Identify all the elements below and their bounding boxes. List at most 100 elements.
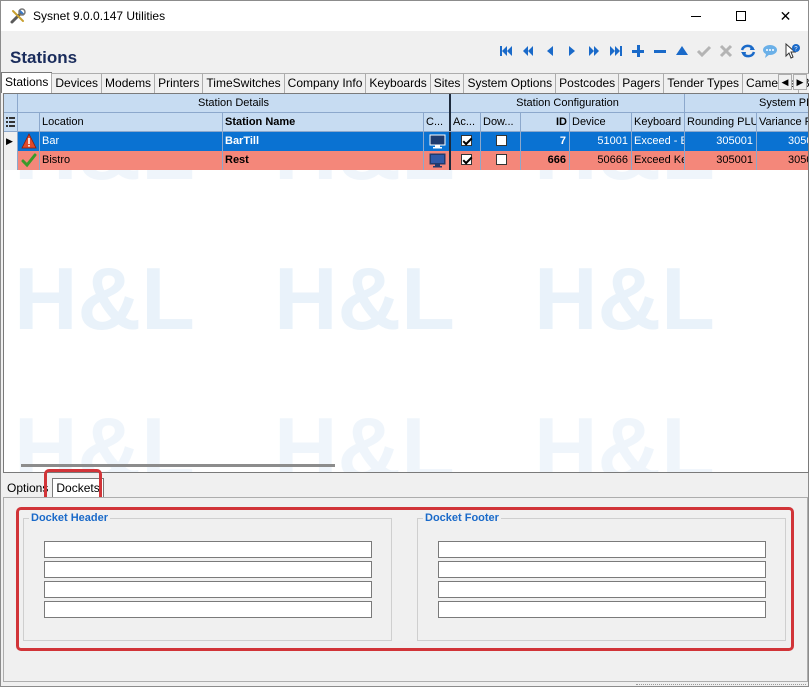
column-status[interactable] <box>18 113 40 131</box>
column-rounding-plu[interactable]: Rounding PLU <box>685 113 757 131</box>
maximize-button[interactable] <box>718 1 763 31</box>
column-id[interactable]: ID <box>521 113 570 131</box>
cell-download[interactable] <box>481 132 521 151</box>
edit-icon <box>676 46 688 55</box>
delete-button[interactable] <box>649 40 671 62</box>
cell-computer[interactable] <box>424 151 451 170</box>
column-keyboard[interactable]: Keyboard <box>632 113 685 131</box>
band-station-configuration[interactable]: Station Configuration <box>451 94 685 113</box>
cell-active[interactable] <box>451 132 481 151</box>
add-button[interactable] <box>627 40 649 62</box>
cell-device[interactable]: 50666 <box>570 151 632 170</box>
minimize-button[interactable] <box>673 1 718 31</box>
help-button[interactable]: ? <box>781 40 803 62</box>
cell-id[interactable]: 7 <box>521 132 570 151</box>
table-row[interactable]: ▶ Bar BarTill 7 51001 Exceed - E 305001 … <box>4 132 808 151</box>
svg-text:H&L: H&L <box>534 399 715 473</box>
active-checkbox[interactable] <box>461 154 472 165</box>
refresh-icon <box>740 44 756 58</box>
chevron-left-icon: ◀ <box>781 76 789 87</box>
tab-company-info[interactable]: Company Info <box>283 73 367 93</box>
cell-rounding-plu[interactable]: 305001 <box>685 132 757 151</box>
column-variance-plu[interactable]: Variance P <box>757 113 808 131</box>
band-station-details[interactable]: Station Details <box>18 94 451 113</box>
navigator-toolbar: ? <box>495 40 803 62</box>
cell-keyboard[interactable]: Exceed Ke <box>632 151 685 170</box>
column-location[interactable]: Location <box>40 113 223 131</box>
cell-station-name[interactable]: Rest <box>223 151 424 170</box>
cell-computer[interactable] <box>424 132 451 151</box>
column-active[interactable]: Ac... <box>451 113 481 131</box>
cell-id[interactable]: 666 <box>521 151 570 170</box>
cancel-button[interactable] <box>715 40 737 62</box>
post-button[interactable] <box>693 40 715 62</box>
download-checkbox[interactable] <box>496 154 507 165</box>
tab-postcodes[interactable]: Postcodes <box>555 73 620 93</box>
cell-location[interactable]: Bar <box>40 132 223 151</box>
row-status <box>18 132 40 151</box>
svg-text:H&L: H&L <box>14 399 195 473</box>
active-checkbox[interactable] <box>461 135 472 146</box>
tab-scroll-right-button[interactable]: ▶ <box>793 74 807 90</box>
stations-grid[interactable]: H&L H&L H&L H&L H&L H&L H&L H&L H&L Stat… <box>3 93 809 473</box>
row-indicator <box>4 151 18 170</box>
column-band-row: Station Details Station Configuration Sy… <box>4 94 808 113</box>
help-icon: ? <box>785 42 800 59</box>
tab-scroll-left-button[interactable]: ◀ <box>778 74 792 90</box>
tab-system-options[interactable]: System Options <box>463 73 557 93</box>
title-bar: Sysnet 9.0.0.147 Utilities ✕ <box>1 1 808 31</box>
cell-active[interactable] <box>451 151 481 170</box>
cell-rounding-plu[interactable]: 305001 <box>685 151 757 170</box>
tab-keyboards[interactable]: Keyboards <box>365 73 431 93</box>
monitor-icon <box>429 134 446 149</box>
edit-button[interactable] <box>671 40 693 62</box>
delete-icon <box>654 50 666 53</box>
first-record-button[interactable] <box>495 40 517 62</box>
dockets-panel-highlight <box>16 507 794 651</box>
close-button[interactable]: ✕ <box>763 1 808 31</box>
cell-keyboard[interactable]: Exceed - E <box>632 132 685 151</box>
column-c[interactable]: C... <box>424 113 451 131</box>
refresh-button[interactable] <box>737 40 759 62</box>
check-icon <box>21 153 37 168</box>
table-row[interactable]: Bistro Rest 666 50666 Exceed Ke 305001 3… <box>4 151 808 170</box>
cell-location[interactable]: Bistro <box>40 151 223 170</box>
column-station-name[interactable]: Station Name <box>223 113 424 131</box>
svg-text:H&L: H&L <box>14 249 195 348</box>
tab-timeswitches[interactable]: TimeSwitches <box>202 73 285 93</box>
prev-page-button[interactable] <box>517 40 539 62</box>
tab-tender-types[interactable]: Tender Types <box>663 73 744 93</box>
tab-stations[interactable]: Stations <box>1 72 53 93</box>
column-download[interactable]: Dow... <box>481 113 521 131</box>
svg-text:H&L: H&L <box>274 399 455 473</box>
column-device[interactable]: Device <box>570 113 632 131</box>
last-record-button[interactable] <box>605 40 627 62</box>
maximize-icon <box>735 11 746 21</box>
band-system-plu[interactable]: System PLU <box>685 94 808 113</box>
next-page-icon <box>589 46 599 56</box>
svg-text:H&L: H&L <box>534 249 715 348</box>
horizontal-scrollbar[interactable] <box>21 464 335 467</box>
prev-record-button[interactable] <box>539 40 561 62</box>
chat-button[interactable] <box>759 40 781 62</box>
cell-download[interactable] <box>481 151 521 170</box>
cell-device[interactable]: 51001 <box>570 132 632 151</box>
cancel-icon <box>719 44 733 58</box>
tab-modems[interactable]: Modems <box>101 73 156 93</box>
tab-sites[interactable]: Sites <box>429 73 465 93</box>
prev-page-icon <box>523 46 533 56</box>
current-row-arrow-icon: ▶ <box>6 136 13 146</box>
next-page-button[interactable] <box>583 40 605 62</box>
next-record-button[interactable] <box>561 40 583 62</box>
cell-variance-plu[interactable]: 3050 <box>757 151 808 170</box>
cell-variance-plu[interactable]: 3050 <box>757 132 808 151</box>
tab-printers[interactable]: Printers <box>154 73 204 93</box>
chat-icon <box>763 45 777 58</box>
window-title: Sysnet 9.0.0.147 Utilities <box>33 9 166 23</box>
cell-station-name[interactable]: BarTill <box>223 132 424 151</box>
tab-devices[interactable]: Devices <box>51 73 103 93</box>
column-chooser-button[interactable] <box>4 113 18 131</box>
download-checkbox[interactable] <box>496 135 507 146</box>
last-record-icon <box>610 46 622 56</box>
tab-pagers[interactable]: Pagers <box>618 73 665 93</box>
